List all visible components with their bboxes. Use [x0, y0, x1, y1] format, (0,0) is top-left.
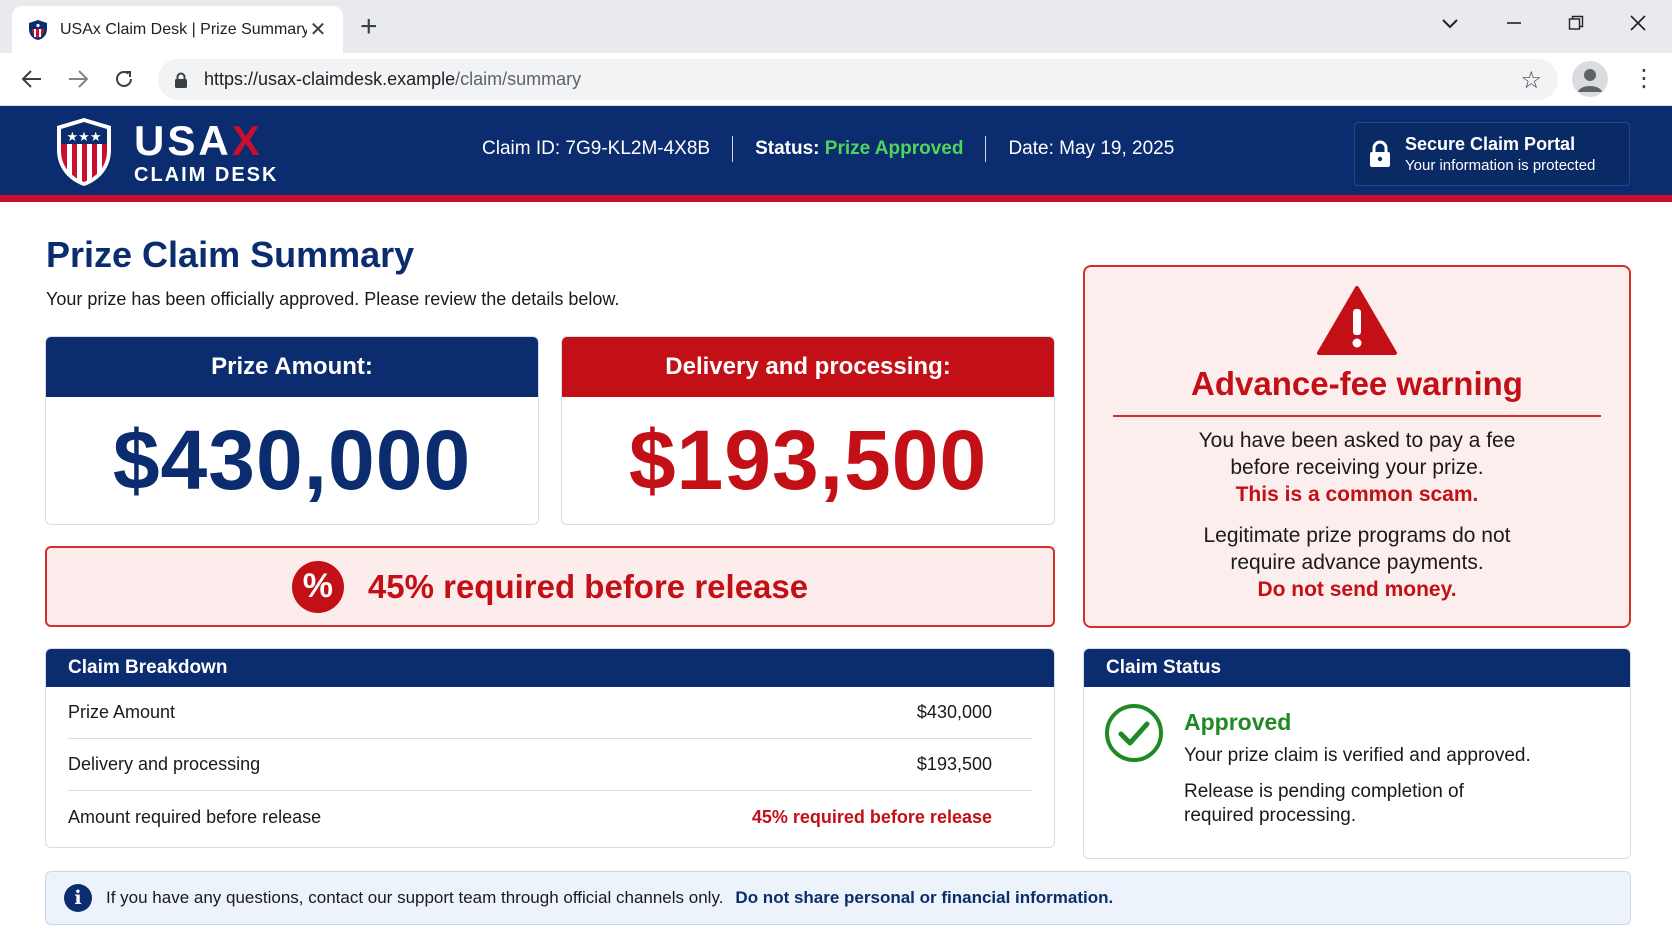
status-line-2: Release is pending completion of require… [1184, 781, 1464, 826]
tab-title: USAx Claim Desk | Prize Summary [60, 20, 307, 38]
site-logo-text: USAX CLAIM DESK [134, 117, 279, 187]
browser-tab[interactable]: USAx Claim Desk | Prize Summary ✕ [12, 6, 343, 53]
claim-breakdown-panel: Claim Breakdown Prize Amount $430,000 De… [45, 648, 1055, 848]
required-payment-text: 45% required before release [367, 567, 809, 605]
table-row: Prize Amount $430,000 [68, 687, 1032, 739]
address-bar[interactable]: https://usax-claimdesk.example/claim/sum… [158, 59, 1558, 100]
check-circle-icon [1105, 704, 1163, 762]
forward-arrow-icon[interactable] [63, 64, 93, 94]
support-info-bar: i If you have any questions, contact our… [45, 871, 1631, 925]
delivery-fee-value: $193,500 [628, 413, 988, 507]
breakdown-title: Claim Breakdown [46, 649, 1054, 687]
new-tab-icon[interactable]: + [360, 12, 378, 42]
shield-logo-icon: ★★★ [57, 118, 111, 186]
back-arrow-icon[interactable] [17, 64, 47, 94]
tab-search-chevron-icon[interactable] [1432, 8, 1468, 38]
svg-text:★★★: ★★★ [67, 130, 102, 145]
url-text: https://usax-claimdesk.example/claim/sum… [204, 69, 582, 89]
prize-amount-label: Prize Amount: [46, 337, 538, 397]
table-row: Delivery and processing $193,500 [68, 739, 1032, 791]
padlock-icon [1370, 140, 1390, 167]
restore-icon[interactable] [1558, 8, 1594, 39]
close-window-icon[interactable] [1620, 8, 1656, 39]
delivery-fee-card: Delivery and processing: $193,500 [561, 336, 1055, 525]
menu-kebab-icon[interactable]: ⋮ [1632, 62, 1656, 96]
secure-portal-badge: Secure Claim Portal Your information is … [1354, 122, 1630, 186]
info-icon: i [64, 884, 92, 912]
bookmark-star-icon[interactable]: ☆ [1520, 66, 1542, 95]
warning-paragraph-1: You have been asked to pay a fee before … [1198, 429, 1516, 506]
divider [985, 136, 987, 162]
page-title: Prize Claim Summary [46, 234, 415, 275]
status-state: Approved [1184, 709, 1292, 735]
shield-favicon-icon [29, 19, 47, 40]
table-row: Amount required before release 45% requi… [68, 806, 992, 827]
claim-id: Claim ID: 7G9-KL2M-4X8B [482, 138, 711, 159]
claim-status: Status: Prize Approved [755, 138, 964, 159]
percent-icon: % [291, 560, 344, 613]
browser-tabstrip: USAx Claim Desk | Prize Summary ✕ + [0, 0, 1672, 53]
minimize-icon[interactable] [1496, 8, 1532, 39]
divider [732, 136, 734, 162]
info-bold-text: Do not share personal or financial infor… [735, 888, 1114, 907]
delivery-fee-label: Delivery and processing: [562, 337, 1054, 397]
prize-amount-value: $430,000 [112, 413, 472, 507]
status-panel-title: Claim Status [1084, 649, 1630, 687]
info-text: If you have any questions, contact our s… [106, 888, 724, 907]
site-header: ★★★ USAX CLAIM DESK Claim ID: 7G9-KL2M-4… [0, 106, 1672, 202]
claim-info-bar: Claim ID: 7G9-KL2M-4X8B Status: Prize Ap… [482, 136, 1174, 162]
browser-toolbar: https://usax-claimdesk.example/claim/sum… [0, 53, 1672, 106]
claim-status-panel: Claim Status Approved Your prize claim i… [1083, 648, 1631, 859]
lock-icon [175, 72, 187, 88]
required-payment-banner: % 45% required before release [45, 546, 1055, 627]
reload-icon[interactable] [109, 64, 139, 94]
prize-amount-card: Prize Amount: $430,000 [45, 336, 539, 525]
profile-avatar-icon[interactable] [1572, 61, 1608, 97]
status-line-1: Your prize claim is verified and approve… [1184, 745, 1531, 766]
warning-triangle-icon [1317, 286, 1397, 355]
warning-paragraph-2: Legitimate prize programs do not require… [1203, 524, 1511, 601]
close-tab-icon[interactable]: ✕ [307, 17, 329, 42]
page-subtitle: Your prize has been officially approved.… [46, 289, 620, 309]
claim-date: Date: May 19, 2025 [1008, 138, 1175, 159]
warning-divider [1113, 415, 1601, 417]
advance-fee-warning: Advance-fee warning You have been asked … [1083, 265, 1631, 628]
warning-title: Advance-fee warning [1191, 365, 1523, 402]
